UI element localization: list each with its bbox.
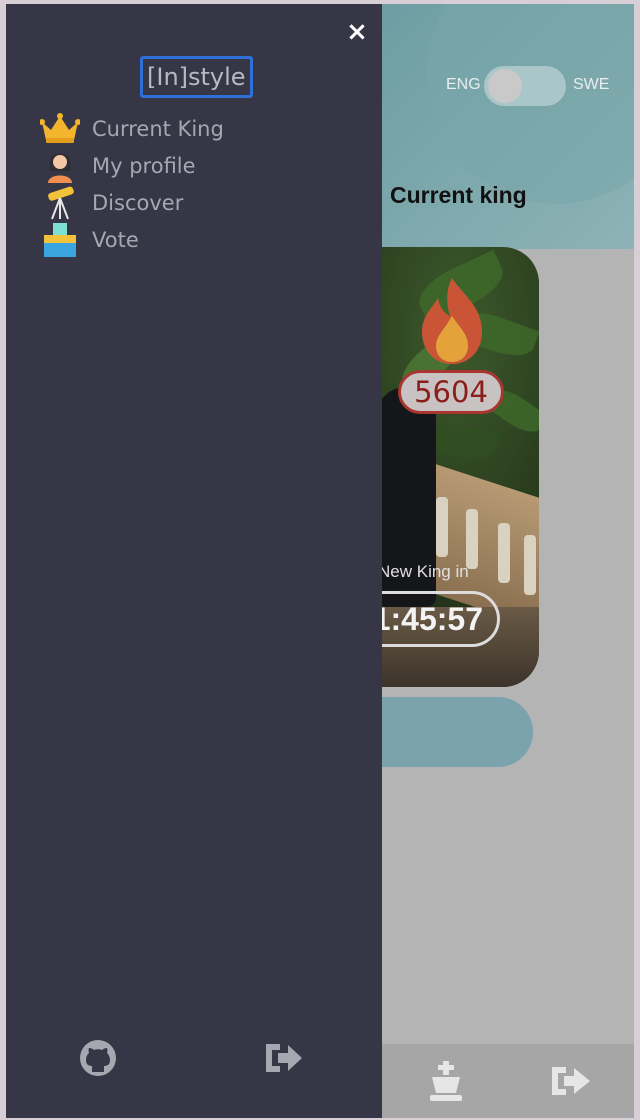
avatar-icon [48,153,72,183]
menu-item-current-king[interactable]: Current King [40,110,340,147]
close-icon[interactable]: × [344,19,370,45]
countdown-label: New King in [378,562,469,581]
ballot-box-icon [44,222,76,257]
menu-label: My profile [92,153,196,178]
menu-label: Discover [92,190,184,215]
king-score: 5604 [398,370,504,414]
toggle-knob [488,69,522,103]
telescope-icon [48,186,74,219]
language-toggle[interactable] [484,66,566,106]
logout-icon[interactable] [548,1059,592,1103]
page-title: Current king [390,182,527,208]
drawer-menu: Current King My profile Discover Vote [40,110,340,258]
language-label-swe: SWE [573,76,610,93]
crown-icon [40,112,80,143]
side-drawer: × [In]style Current King My profile Disc… [6,4,382,1118]
menu-item-discover[interactable]: Discover [40,184,340,221]
chess-king-icon[interactable] [424,1059,468,1103]
brand-logo[interactable]: [In]style [140,56,253,98]
menu-item-my-profile[interactable]: My profile [40,147,340,184]
app-frame: ENG SWE Current king 5604 New King in 1:… [6,4,634,1118]
logout-icon[interactable] [264,1038,304,1078]
menu-label: Vote [92,227,139,252]
github-icon[interactable] [78,1038,118,1078]
flame-icon [422,278,482,364]
menu-label: Current King [92,116,224,141]
menu-item-vote[interactable]: Vote [40,221,340,258]
language-label-eng: ENG [446,76,481,93]
